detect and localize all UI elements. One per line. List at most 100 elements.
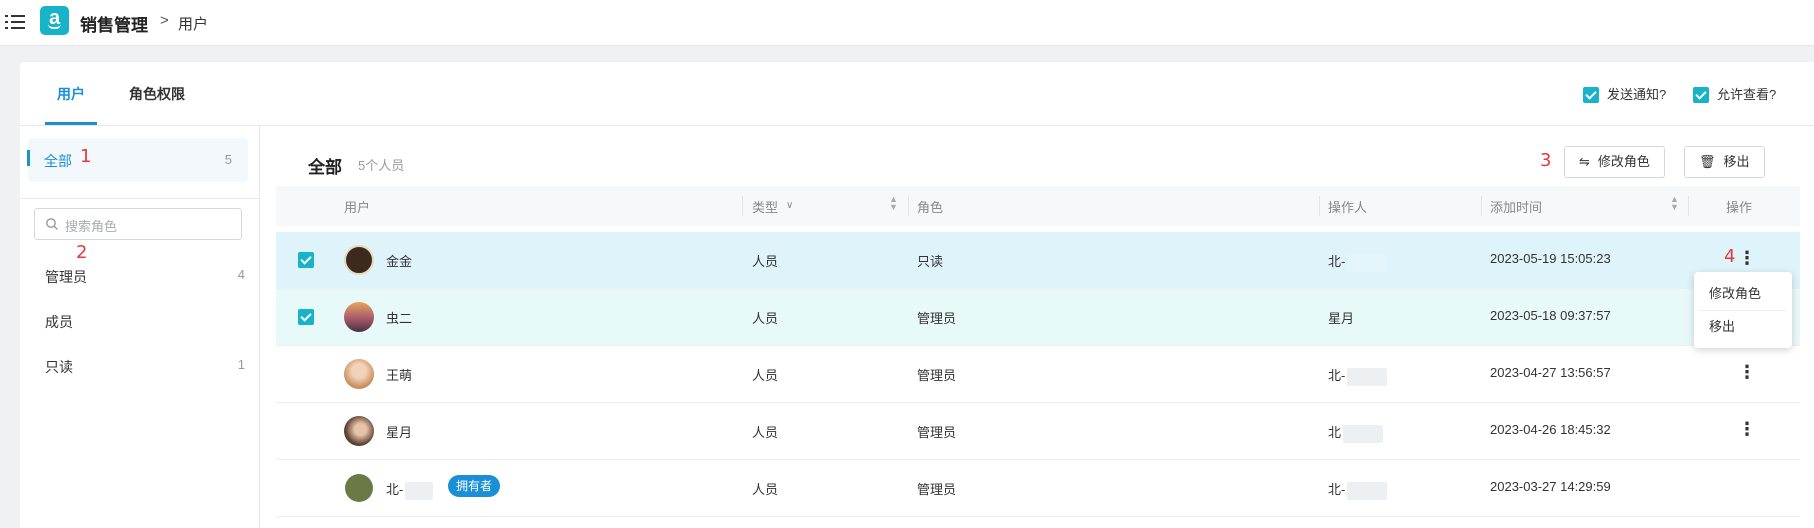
operator: 北- bbox=[1328, 479, 1388, 500]
active-indicator bbox=[27, 150, 30, 166]
sort-icon[interactable]: ▲ ▼ bbox=[1670, 195, 1679, 212]
column-separator bbox=[742, 196, 743, 216]
app-title: 销售管理 bbox=[80, 16, 148, 35]
table-row[interactable]: 星月 人员 管理员 北 2023-04-26 18:45:32 ⋮ bbox=[276, 403, 1800, 460]
column-header-user: 用户 bbox=[344, 200, 371, 215]
section-title: 全部 bbox=[308, 158, 342, 177]
sidebar-item-member[interactable]: 成员 bbox=[45, 312, 245, 332]
active-tab-indicator bbox=[45, 122, 97, 125]
column-header-operator: 操作人 bbox=[1328, 200, 1368, 215]
avatar bbox=[345, 474, 373, 502]
user-type: 人员 bbox=[752, 425, 779, 440]
more-actions-icon[interactable]: ⋮ bbox=[1738, 419, 1756, 440]
user-name: 北- bbox=[386, 479, 434, 500]
table-header: 用户 类型 ∨ ▲ ▼ 角色 操作人 添加时间 ▲ ▼ 操作 bbox=[276, 186, 1800, 226]
user-name: 王萌 bbox=[386, 368, 413, 383]
avatar bbox=[344, 416, 374, 446]
change-role-label: 修改角色 bbox=[1597, 154, 1650, 169]
change-role-button[interactable]: ⇋ 修改角色 bbox=[1564, 146, 1665, 178]
tab-role-permissions[interactable]: 角色权限 bbox=[129, 84, 185, 104]
top-bar: a 销售管理 > 用户 bbox=[0, 0, 1814, 46]
user-type: 人员 bbox=[752, 482, 779, 497]
column-separator bbox=[1319, 196, 1320, 216]
operator: 北- bbox=[1328, 251, 1388, 272]
user-type: 人员 bbox=[752, 368, 779, 383]
user-role: 只读 bbox=[917, 254, 944, 269]
sidebar-item-all[interactable]: 全部 5 bbox=[27, 138, 248, 182]
added-time: 2023-03-27 14:29:59 bbox=[1490, 479, 1611, 494]
send-notice-option[interactable]: 发送通知? bbox=[1583, 84, 1666, 103]
user-role: 管理员 bbox=[917, 425, 957, 440]
swap-icon: ⇋ bbox=[1579, 154, 1590, 169]
menu-icon[interactable] bbox=[4, 11, 26, 33]
table-row[interactable]: 虫二 人员 管理员 星月 2023-05-18 09:37:57 bbox=[276, 289, 1800, 346]
trash-icon: 🗑 bbox=[1699, 154, 1716, 169]
annotation-marker-3: 3 bbox=[1540, 150, 1552, 171]
app-logo: a bbox=[40, 6, 69, 35]
allow-view-checkbox[interactable] bbox=[1693, 86, 1709, 103]
user-role: 管理员 bbox=[917, 482, 957, 497]
menu-item-change-role[interactable]: 修改角色 bbox=[1709, 283, 1761, 302]
role-search-input[interactable]: 搜索角色 bbox=[34, 208, 242, 240]
avatar bbox=[344, 302, 374, 332]
sidebar-item-count: 4 bbox=[237, 267, 245, 282]
row-checkbox[interactable] bbox=[298, 309, 314, 325]
divider bbox=[20, 198, 260, 199]
tab-bar: 用户 角色权限 发送通知? 允许查看? bbox=[20, 62, 1814, 126]
column-header-type[interactable]: 类型 bbox=[752, 197, 778, 216]
menu-divider bbox=[1700, 310, 1786, 311]
column-separator bbox=[1688, 196, 1689, 216]
search-icon bbox=[46, 218, 58, 230]
tab-users[interactable]: 用户 bbox=[57, 84, 85, 104]
annotation-marker-2: 2 bbox=[76, 242, 88, 263]
owner-badge: 拥有者 bbox=[448, 475, 501, 497]
operator: 北 bbox=[1328, 422, 1384, 443]
added-time: 2023-04-26 18:45:32 bbox=[1490, 422, 1611, 437]
column-header-added-time: 添加时间 bbox=[1490, 200, 1543, 215]
filter-chevron-icon[interactable]: ∨ bbox=[786, 200, 793, 211]
sort-icon[interactable]: ▲ ▼ bbox=[889, 195, 898, 212]
sidebar-item-admin[interactable]: 管理员 4 bbox=[45, 267, 245, 287]
added-time: 2023-05-19 15:05:23 bbox=[1490, 251, 1611, 266]
menu-item-remove[interactable]: 移出 bbox=[1709, 316, 1735, 335]
sidebar-item-readonly[interactable]: 只读 1 bbox=[45, 357, 245, 377]
added-time: 2023-05-18 09:37:57 bbox=[1490, 308, 1611, 323]
operator: 星月 bbox=[1328, 311, 1355, 326]
annotation-marker-1: 1 bbox=[80, 146, 92, 167]
breadcrumb-separator: > bbox=[160, 12, 169, 29]
operator: 北- bbox=[1328, 365, 1388, 386]
remove-label: 移出 bbox=[1723, 154, 1750, 169]
table-row[interactable]: 北- 拥有者 人员 管理员 北- 2023-03-27 14:29:59 bbox=[276, 460, 1800, 517]
search-placeholder: 搜索角色 bbox=[65, 219, 118, 234]
avatar bbox=[344, 245, 374, 275]
table-row[interactable]: 王萌 人员 管理员 北- 2023-04-27 13:56:57 ⋮ bbox=[276, 346, 1800, 403]
send-notice-label: 发送通知? bbox=[1607, 87, 1667, 102]
column-separator bbox=[1481, 196, 1482, 216]
sidebar-item-label: 只读 bbox=[45, 359, 73, 375]
sidebar-item-label: 全部 bbox=[44, 153, 72, 169]
user-role: 管理员 bbox=[917, 368, 957, 383]
table-row[interactable]: 金金 人员 只读 北- 2023-05-19 15:05:23 4 ⋮ bbox=[276, 232, 1800, 289]
column-header-role: 角色 bbox=[917, 200, 944, 215]
user-name: 虫二 bbox=[386, 311, 413, 326]
user-name: 金金 bbox=[386, 254, 413, 269]
avatar bbox=[344, 359, 374, 389]
remove-button[interactable]: 🗑 移出 bbox=[1684, 146, 1765, 178]
annotation-marker-4: 4 bbox=[1724, 246, 1736, 267]
send-notice-checkbox[interactable] bbox=[1583, 86, 1599, 103]
allow-view-option[interactable]: 允许查看? bbox=[1693, 84, 1776, 103]
allow-view-label: 允许查看? bbox=[1717, 87, 1777, 102]
row-action-menu: 修改角色 移出 bbox=[1694, 272, 1792, 348]
sidebar-item-count: 1 bbox=[237, 357, 245, 372]
breadcrumb-current: 用户 bbox=[178, 16, 209, 33]
user-type: 人员 bbox=[752, 254, 779, 269]
user-type: 人员 bbox=[752, 311, 779, 326]
user-name: 星月 bbox=[386, 425, 413, 440]
more-actions-icon[interactable]: ⋮ bbox=[1738, 248, 1756, 269]
sidebar-item-count: 5 bbox=[224, 152, 232, 167]
user-role: 管理员 bbox=[917, 311, 957, 326]
sidebar-item-label: 成员 bbox=[45, 314, 73, 330]
row-checkbox[interactable] bbox=[298, 252, 314, 268]
more-actions-icon[interactable]: ⋮ bbox=[1738, 362, 1756, 383]
sidebar-item-label: 管理员 bbox=[45, 269, 87, 285]
